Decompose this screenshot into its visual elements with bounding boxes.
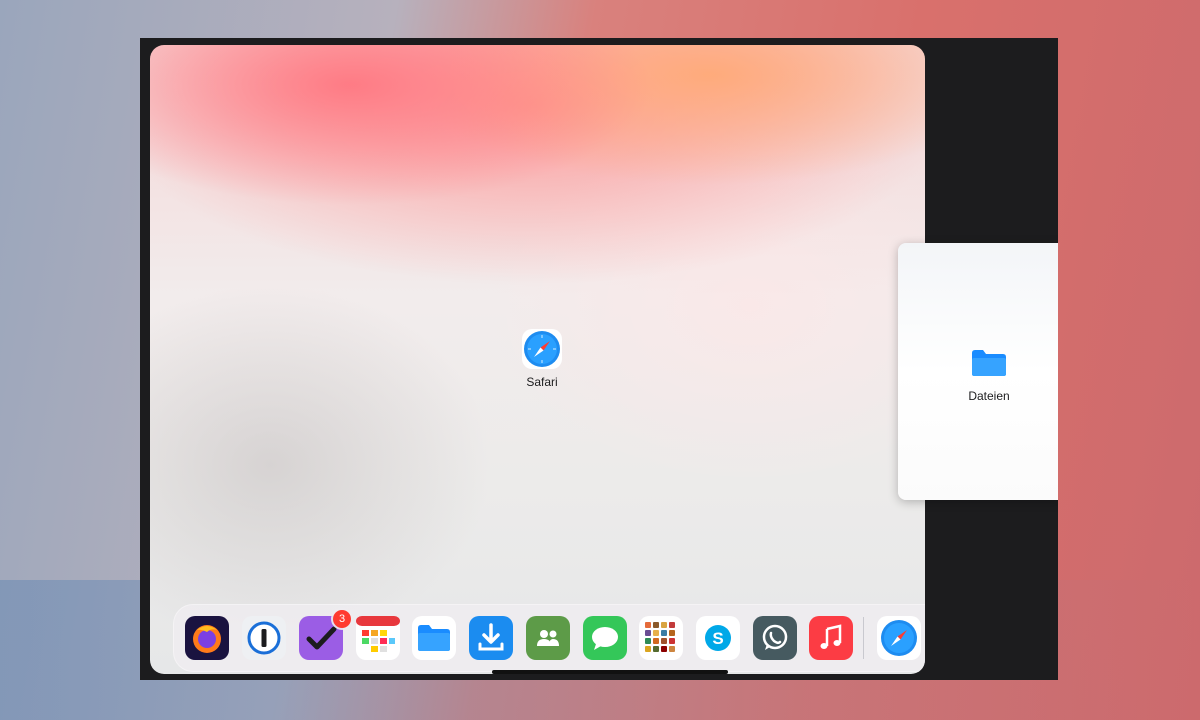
dock-separator	[863, 617, 864, 659]
slide-over-panel-files[interactable]: Dateien	[898, 243, 1058, 500]
app-switcher-card-safari[interactable]: Safari 3 S	[150, 45, 925, 674]
whatsapp-icon[interactable]	[753, 616, 797, 660]
ipad-screen: Safari 3 S Dateien	[140, 38, 1058, 680]
download-icon[interactable]	[469, 616, 513, 660]
files-label: Dateien	[968, 389, 1010, 403]
safari-app-placeholder[interactable]: Safari	[515, 329, 569, 389]
omnifocus-checkmark-icon[interactable]: 3	[299, 610, 351, 660]
people-icon[interactable]	[526, 616, 570, 660]
files-folder-icon[interactable]	[412, 616, 456, 660]
safari-label: Safari	[526, 375, 558, 389]
music-icon[interactable]	[809, 616, 853, 660]
dock: 3 S	[173, 604, 925, 672]
app-grid-icon[interactable]	[639, 616, 683, 660]
notification-badge: 3	[333, 610, 351, 628]
safari-icon	[522, 329, 562, 369]
home-indicator[interactable]	[492, 670, 728, 674]
svg-text:S: S	[712, 629, 723, 648]
files-folder-icon	[970, 348, 1008, 383]
firefox-icon[interactable]	[185, 616, 229, 660]
calendar-icon[interactable]	[356, 616, 400, 660]
onepassword-icon[interactable]	[242, 616, 286, 660]
safari-icon[interactable]	[877, 616, 921, 660]
skype-icon[interactable]: S	[696, 616, 740, 660]
messages-icon[interactable]	[583, 616, 627, 660]
